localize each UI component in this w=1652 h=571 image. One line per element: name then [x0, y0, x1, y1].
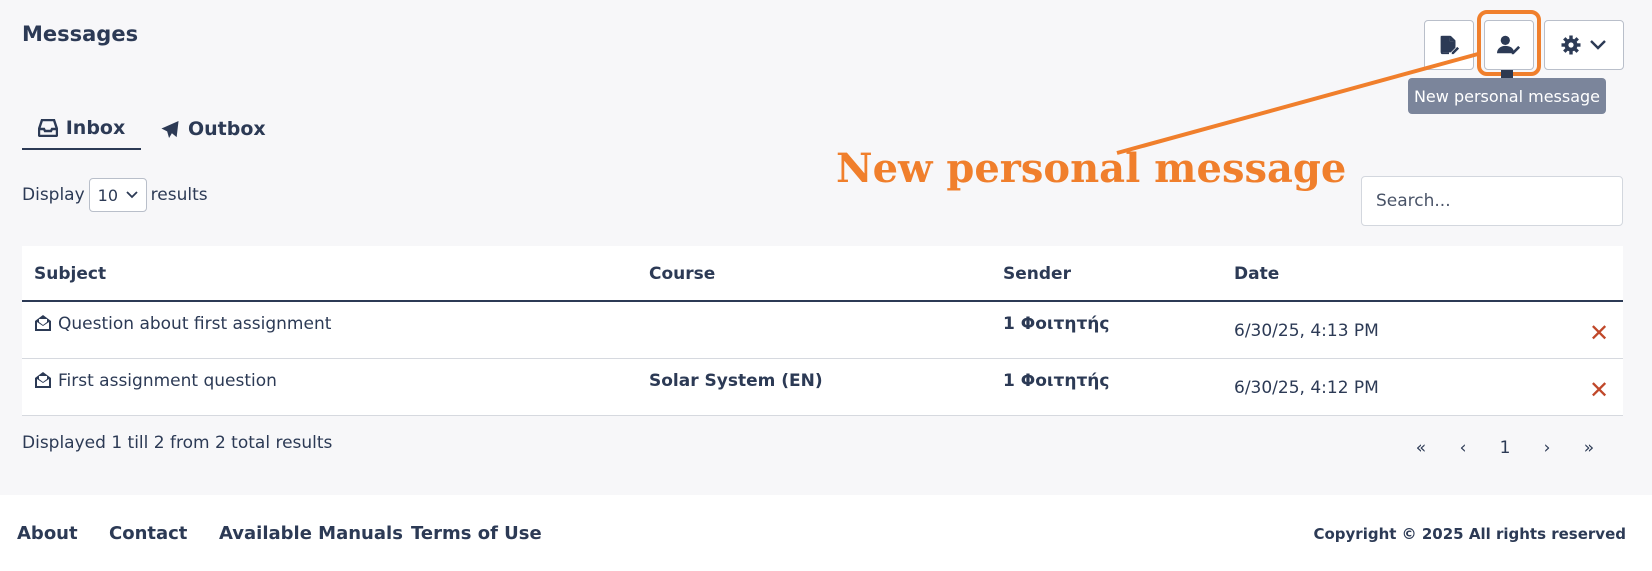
pagination-first[interactable]: « [1400, 438, 1442, 458]
results-summary: Displayed 1 till 2 from 2 total results [22, 433, 333, 453]
table-row[interactable]: Question about first assignment 1 Φοιτητ… [22, 302, 1623, 359]
footer-link-terms[interactable]: Terms of Use [411, 523, 542, 544]
header-sender[interactable]: Sender [1003, 246, 1071, 300]
copyright-text: Copyright © 2025 All rights reserved [1313, 525, 1626, 543]
header-date[interactable]: Date [1234, 246, 1279, 300]
envelope-open-icon [35, 315, 51, 331]
pagination: « ‹ 1 › » [1400, 438, 1610, 458]
header-subject[interactable]: Subject [34, 246, 106, 300]
date-cell: 6/30/25, 4:13 PM [1234, 321, 1379, 341]
course-cell: Solar System (EN) [649, 371, 823, 391]
callout-annotation: New personal message [836, 145, 1347, 192]
page-size-select[interactable]: 10 [88, 178, 147, 212]
table-row[interactable]: First assignment question Solar System (… [22, 359, 1623, 416]
table-header: Subject Course Sender Date [22, 246, 1623, 302]
display-prefix: Display [22, 185, 85, 205]
sender-cell: 1 Φοιτητής [1003, 314, 1110, 334]
chevron-down-icon [1590, 40, 1606, 50]
pagination-next[interactable]: › [1526, 438, 1568, 458]
delete-icon[interactable]: ✕ [1589, 359, 1609, 415]
date-cell: 6/30/25, 4:12 PM [1234, 378, 1379, 398]
header-course[interactable]: Course [649, 246, 715, 300]
subject-cell[interactable]: Question about first assignment [34, 302, 331, 358]
gear-icon [1561, 35, 1581, 55]
inbox-icon [37, 119, 58, 137]
sender-cell: 1 Φοιτητής [1003, 371, 1110, 391]
tab-label: Inbox [65, 117, 126, 139]
compose-document-button[interactable] [1424, 20, 1474, 70]
tab-outbox[interactable]: Outbox [160, 108, 266, 150]
tab-inbox[interactable]: Inbox [22, 108, 141, 150]
new-personal-message-button[interactable] [1484, 20, 1534, 70]
footer: About Contact Available Manuals Terms of… [0, 495, 1652, 571]
subject-text[interactable]: First assignment question [58, 371, 277, 391]
footer-link-contact[interactable]: Contact [109, 523, 187, 544]
paper-plane-icon [161, 120, 179, 138]
tab-label: Outbox [188, 118, 266, 140]
settings-dropdown-button[interactable] [1544, 20, 1624, 70]
file-edit-icon [1440, 35, 1460, 55]
page-title: Messages [22, 22, 139, 46]
footer-link-about[interactable]: About [17, 523, 78, 544]
display-suffix: results [150, 185, 208, 205]
pagination-last[interactable]: » [1568, 438, 1610, 458]
footer-link-manuals[interactable]: Available Manuals [219, 523, 403, 544]
envelope-open-icon [35, 372, 51, 388]
page-size-control: Display 10 results [22, 178, 208, 212]
messages-table: Subject Course Sender Date Question abou… [22, 246, 1623, 416]
search-input[interactable] [1361, 176, 1623, 226]
page-size-value: 10 [97, 185, 119, 205]
chevron-down-icon [126, 191, 138, 199]
pagination-prev[interactable]: ‹ [1442, 438, 1484, 458]
subject-text[interactable]: Question about first assignment [58, 314, 331, 334]
pagination-current[interactable]: 1 [1484, 438, 1526, 458]
tooltip: New personal message [1408, 78, 1606, 114]
user-edit-icon [1497, 35, 1521, 55]
delete-icon[interactable]: ✕ [1589, 302, 1609, 358]
tooltip-arrow [1501, 70, 1513, 78]
subject-cell[interactable]: First assignment question [34, 359, 277, 415]
